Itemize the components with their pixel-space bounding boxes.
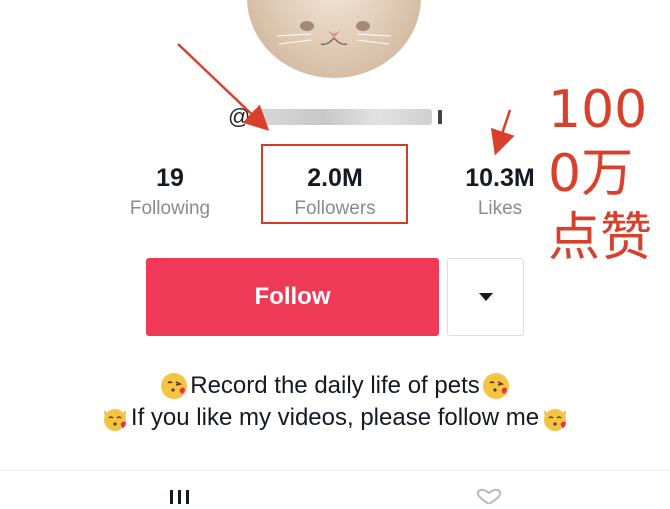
likes-label: Likes	[477, 198, 523, 219]
bio-line-2: If you like my videos, please follow me	[0, 402, 670, 434]
username: @	[228, 104, 443, 130]
stat-following[interactable]: 19 Following	[110, 163, 230, 221]
tab-videos[interactable]	[168, 488, 192, 509]
username-redacted-tail	[438, 110, 443, 124]
username-at: @	[228, 104, 251, 129]
cat-photo	[276, 21, 392, 46]
videos-grid-icon	[170, 490, 189, 504]
avatar[interactable]	[247, 0, 421, 78]
arrow-to-likes	[490, 109, 515, 156]
kissing-face-emoji-icon	[482, 373, 509, 399]
annotation-line-1: 100	[548, 80, 648, 140]
kissing-cat-emoji-icon	[103, 409, 126, 431]
annotation-text: 100 0万 点赞	[548, 78, 668, 270]
more-options-button[interactable]	[447, 258, 524, 336]
liked-heart-icon	[476, 488, 502, 506]
follow-button[interactable]: Follow	[146, 258, 439, 336]
bio-line-2-text: If you like my videos, please follow me	[130, 404, 540, 431]
annotation-line-3: 点赞	[548, 208, 653, 268]
tab-divider	[0, 470, 670, 471]
bio-line-1: Record the daily life of pets	[0, 370, 670, 402]
bio-line-1-text: Record the daily life of pets	[190, 372, 480, 399]
bio: Record the daily life of pets If you lik…	[0, 370, 670, 434]
followers-highlight-box	[261, 144, 408, 224]
stat-likes[interactable]: 10.3M Likes	[440, 163, 560, 221]
annotation-line-2: 0万	[548, 144, 634, 204]
tab-liked[interactable]	[472, 488, 506, 509]
caret-down-icon	[478, 293, 493, 301]
following-count: 19	[156, 164, 184, 192]
username-redacted	[252, 109, 433, 125]
kissing-cat-emoji-icon	[544, 409, 567, 431]
likes-count: 10.3M	[465, 164, 535, 192]
follow-button-label: Follow	[254, 283, 331, 310]
following-label: Following	[129, 198, 211, 219]
kissing-face-emoji-icon	[161, 373, 188, 399]
